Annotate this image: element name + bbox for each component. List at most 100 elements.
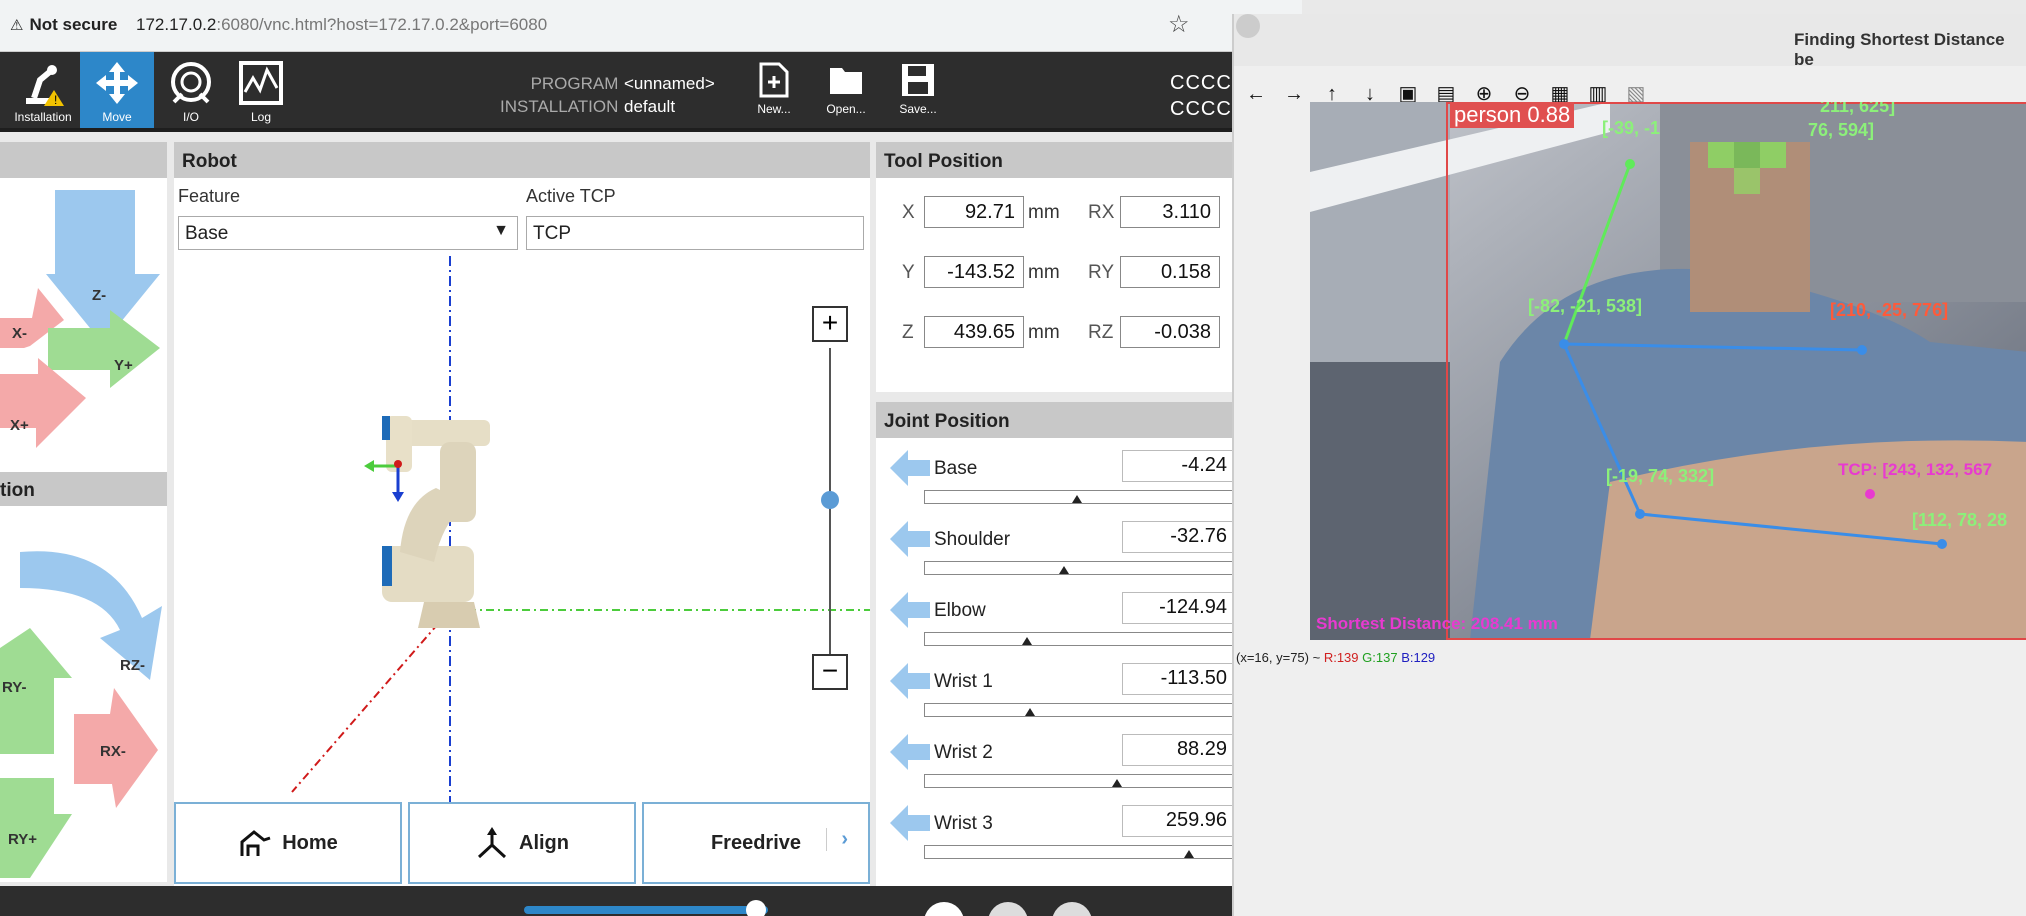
url-field[interactable]: 172.17.0.2:6080/vnc.html?host=172.17.0.2…: [136, 15, 547, 35]
x-plus-label: X+: [10, 417, 29, 434]
joint-minus-arrow-icon[interactable]: [890, 805, 930, 841]
robot-arm-icon: !: [26, 65, 64, 106]
joint-slider[interactable]: [924, 632, 1236, 646]
viewer-title: Finding Shortest Distance be: [1234, 14, 2026, 69]
joint-row: Wrist 2 88.29: [876, 730, 1236, 801]
arrow-right-icon[interactable]: →: [1280, 80, 1308, 108]
point-label-top: 211, 625]: [1820, 102, 1896, 116]
step-button[interactable]: [988, 902, 1028, 916]
tab-move[interactable]: Move: [80, 52, 154, 128]
joint-name: Wrist 3: [934, 813, 993, 834]
joint-slider[interactable]: [924, 774, 1236, 788]
joint-name: Wrist 1: [934, 671, 993, 692]
program-labels: PROGRAM INSTALLATION: [500, 74, 619, 116]
joint-minus-arrow-icon[interactable]: [890, 521, 930, 557]
stop-button[interactable]: [1052, 902, 1092, 916]
joint-slider-marker[interactable]: [1025, 708, 1035, 716]
point-label-hand: [112, 78, 28: [1912, 510, 2008, 530]
header-status-text: CCCC CCCC: [1170, 72, 1232, 120]
new-button[interactable]: New...: [746, 62, 802, 116]
tool-rx-field[interactable]: 3.110: [1120, 196, 1220, 228]
tool-z-field[interactable]: 439.65: [924, 316, 1024, 348]
orientation-header: tion: [0, 480, 35, 501]
joint-position-title: Joint Position: [876, 402, 1236, 438]
tab-log[interactable]: Log: [224, 52, 298, 128]
point-label-shoulder-b: 76, 594]: [1808, 120, 1875, 140]
speed-slider[interactable]: [524, 906, 768, 914]
feature-select[interactable]: Base ▼: [178, 216, 518, 250]
program-values: <unnamed> default: [624, 74, 715, 116]
arrow-left-icon[interactable]: ←: [1242, 80, 1270, 108]
x-plus-arrow[interactable]: [0, 358, 86, 448]
open-button[interactable]: Open...: [818, 62, 874, 116]
joint-slider-marker[interactable]: [1112, 779, 1122, 787]
robot-3d-view[interactable]: [174, 252, 870, 802]
joint-minus-arrow-icon[interactable]: [890, 592, 930, 628]
joint-slider-marker[interactable]: [1072, 495, 1082, 503]
rx-minus-label: RX-: [100, 743, 126, 760]
tool-y-field[interactable]: -143.52: [924, 256, 1024, 288]
active-tcp-label: Active TCP: [526, 186, 616, 206]
move-arrows: Z- X- Y+ X+ tion RZ- RY- RX- RY+: [0, 190, 167, 878]
move-arrows-icon: [96, 62, 138, 104]
home-button[interactable]: Home: [174, 802, 402, 884]
joint-row: Elbow -124.94: [876, 588, 1236, 659]
joint-slider-marker[interactable]: [1184, 850, 1194, 858]
joint-name: Base: [934, 458, 978, 479]
zoom-in-button[interactable]: +: [812, 306, 848, 342]
window-control-icon[interactable]: [1236, 14, 1260, 38]
skeleton-overlay: [1559, 159, 1947, 549]
joint-value-field[interactable]: -113.50: [1122, 663, 1236, 695]
bottom-control-bar: [0, 886, 1240, 916]
tool-position-panel: Tool Position X 92.71 mm RX 3.110 Y -143…: [876, 142, 1236, 392]
joint-value-field[interactable]: -4.24: [1122, 450, 1236, 482]
joint-minus-arrow-icon[interactable]: [890, 450, 930, 486]
joint-minus-arrow-icon[interactable]: [890, 663, 930, 699]
joint-value-field[interactable]: -32.76: [1122, 521, 1236, 553]
dropdown-triangle-icon: ▼: [493, 222, 509, 239]
image-viewer-window: Finding Shortest Distance be ← → ↑ ↓ ▣ ▤…: [1232, 14, 2026, 916]
align-button[interactable]: Align: [408, 802, 636, 884]
joint-row: Base -4.24: [876, 446, 1236, 517]
log-chart-icon: [239, 61, 283, 105]
point-label-wrist: [-19, 74, 332]: [1606, 466, 1715, 486]
y-plus-label: Y+: [114, 357, 133, 374]
joint-slider[interactable]: [924, 561, 1236, 575]
save-button[interactable]: Save...: [890, 62, 946, 116]
z-minus-label: Z-: [92, 287, 106, 304]
tool-x-field[interactable]: 92.71: [924, 196, 1024, 228]
chevron-right-icon: ›: [826, 828, 848, 851]
zoom-out-button[interactable]: −: [812, 654, 848, 690]
speed-slider-thumb[interactable]: [746, 900, 766, 916]
joint-name: Shoulder: [934, 529, 1011, 550]
joint-name: Elbow: [934, 600, 986, 621]
move-tcp-panel: Z- X- Y+ X+ tion RZ- RY- RX- RY+: [0, 142, 167, 882]
new-file-icon: [759, 62, 789, 98]
joint-slider-marker[interactable]: [1022, 637, 1032, 645]
z-minus-arrow[interactable]: [46, 190, 160, 344]
bookmark-star-icon[interactable]: ☆: [1168, 10, 1190, 39]
joint-value-field[interactable]: -124.94: [1122, 592, 1236, 624]
active-tcp-field[interactable]: TCP: [526, 216, 864, 250]
camera-frame[interactable]: person 0.88 211, 625] [-39, -1 76, 594] …: [1310, 102, 2026, 640]
freedrive-button[interactable]: Freedrive ›: [642, 802, 870, 884]
home-icon: [240, 830, 271, 856]
zoom-slider-thumb[interactable]: [821, 491, 839, 509]
joint-minus-arrow-icon[interactable]: [890, 734, 930, 770]
move-panel-header: [0, 142, 167, 178]
tab-io[interactable]: I/O: [154, 52, 228, 128]
ry-plus-arrow[interactable]: [0, 778, 72, 878]
tool-rz-field[interactable]: -0.038: [1120, 316, 1220, 348]
browser-address-bar: ⚠ Not secure 172.17.0.2:6080/vnc.html?ho…: [0, 0, 1302, 52]
joint-slider[interactable]: [924, 703, 1236, 717]
tool-ry-field[interactable]: 0.158: [1120, 256, 1220, 288]
security-indicator[interactable]: ⚠ Not secure: [10, 15, 117, 35]
play-button[interactable]: [924, 902, 964, 916]
tab-installation[interactable]: ! Installation: [6, 52, 80, 128]
joint-row: Wrist 3 259.96: [876, 801, 1236, 872]
joint-slider-marker[interactable]: [1059, 566, 1069, 574]
floppy-disk-icon: [902, 64, 934, 96]
io-icon: [171, 62, 211, 104]
joint-value-field[interactable]: 88.29: [1122, 734, 1236, 766]
joint-value-field[interactable]: 259.96: [1122, 805, 1236, 837]
